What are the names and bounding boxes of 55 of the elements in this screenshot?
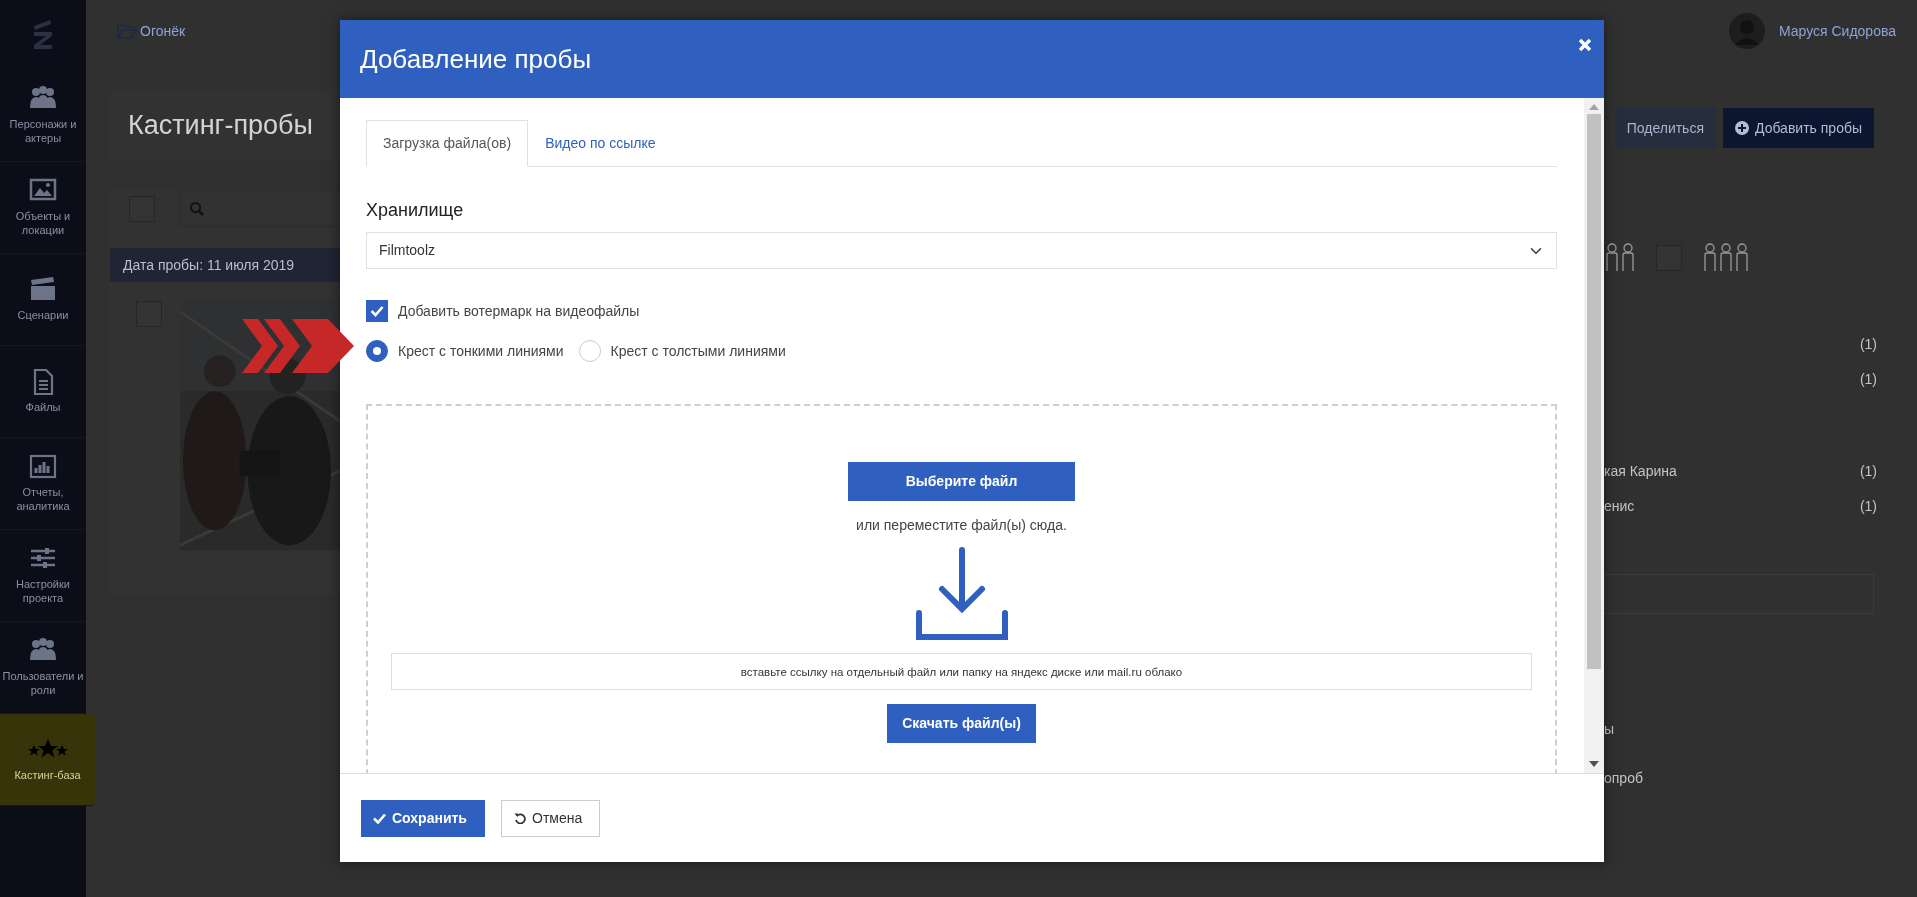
undo-icon [514, 812, 526, 824]
sidebar-item[interactable]: Объекты и локации [0, 162, 86, 254]
sidebar-item[interactable]: Файлы [0, 346, 86, 438]
count-label: (1) [1859, 497, 1877, 516]
drop-hint: или переместите файл(ы) сюда. [856, 516, 1067, 535]
field-label: Хранилище [366, 199, 465, 222]
filter-label[interactable]: кая Карина [1604, 461, 1677, 482]
logo-icon[interactable] [32, 20, 54, 50]
checkbox-label: Добавить вотермарк на видеофайлы [398, 301, 640, 321]
check-icon [373, 812, 386, 824]
close-icon [1578, 38, 1592, 53]
clapperboard-icon [29, 276, 57, 303]
user-name[interactable]: Маруся Сидорова [1778, 20, 1896, 42]
search-field[interactable] [180, 190, 340, 227]
avatar-icon[interactable] [1728, 13, 1765, 49]
search-icon [189, 200, 205, 217]
check-icon [370, 305, 384, 317]
page-title: Кастинг-пробы [128, 108, 313, 142]
radio-label: Крест с тонкими линиями [398, 341, 564, 361]
download-button[interactable]: Скачать файл(ы) [887, 704, 1036, 743]
people-outline-icon[interactable] [1702, 243, 1750, 273]
radio-label: Крест с толстыми линиями [610, 341, 786, 361]
tab[interactable]: Видео по ссылке [528, 120, 673, 167]
sidebar-item[interactable]: Настройки проекта [0, 530, 86, 622]
filter-label[interactable]: опроб [1604, 768, 1643, 789]
count-label: (1) [1859, 462, 1877, 481]
plus-circle-icon [1735, 121, 1749, 135]
scrollbar[interactable] [1584, 98, 1604, 773]
add-button[interactable]: Добавить пробы [1723, 108, 1874, 148]
modal-title: Добавление пробы [360, 42, 592, 76]
save-button[interactable]: Сохранить [361, 799, 485, 837]
checkbox[interactable] [366, 300, 388, 322]
chevrons-icon [242, 319, 354, 373]
filter-label[interactable]: ы [1604, 719, 1615, 740]
sidebar-item[interactable]: Кастинг-база [0, 714, 95, 806]
download-icon [915, 547, 1008, 643]
project-name[interactable]: Огонёк [140, 20, 186, 42]
storage-select[interactable]: Filmtoolz [366, 232, 1557, 269]
count-label: (1) [1859, 335, 1877, 354]
sidebar-item[interactable]: Персонажи и актеры [0, 70, 86, 162]
radio-button[interactable] [366, 340, 388, 362]
sidebar-item[interactable]: Сценарии [0, 254, 86, 346]
date-header: Дата пробы: 11 июля 2019 [110, 248, 340, 282]
count-label: (1) [1859, 370, 1877, 389]
drop-zone[interactable]: Выберите файл или переместите файл(ы) сюда. вставьте ссылку на отдельный файл или папку на яндекс диске или mail.ru облако Скачать файл(ы) [366, 404, 1557, 773]
sidebar-item[interactable]: Отчеты, аналитика [0, 438, 86, 530]
link-input[interactable]: вставьте ссылку на отдельный файл или папку на яндекс диске или mail.ru облако [391, 653, 1532, 690]
bar-chart-icon [29, 454, 57, 481]
share-button[interactable]: Поделиться [1614, 108, 1716, 148]
tab[interactable]: Загрузка файла(ов) [366, 120, 529, 167]
choose-file-button[interactable]: Выберите файл [848, 462, 1075, 501]
filter-label[interactable]: енис [1604, 496, 1635, 517]
people-outline-icon[interactable] [1604, 243, 1636, 273]
input-field[interactable] [1604, 574, 1874, 614]
cancel-button[interactable]: Отмена [501, 799, 600, 837]
